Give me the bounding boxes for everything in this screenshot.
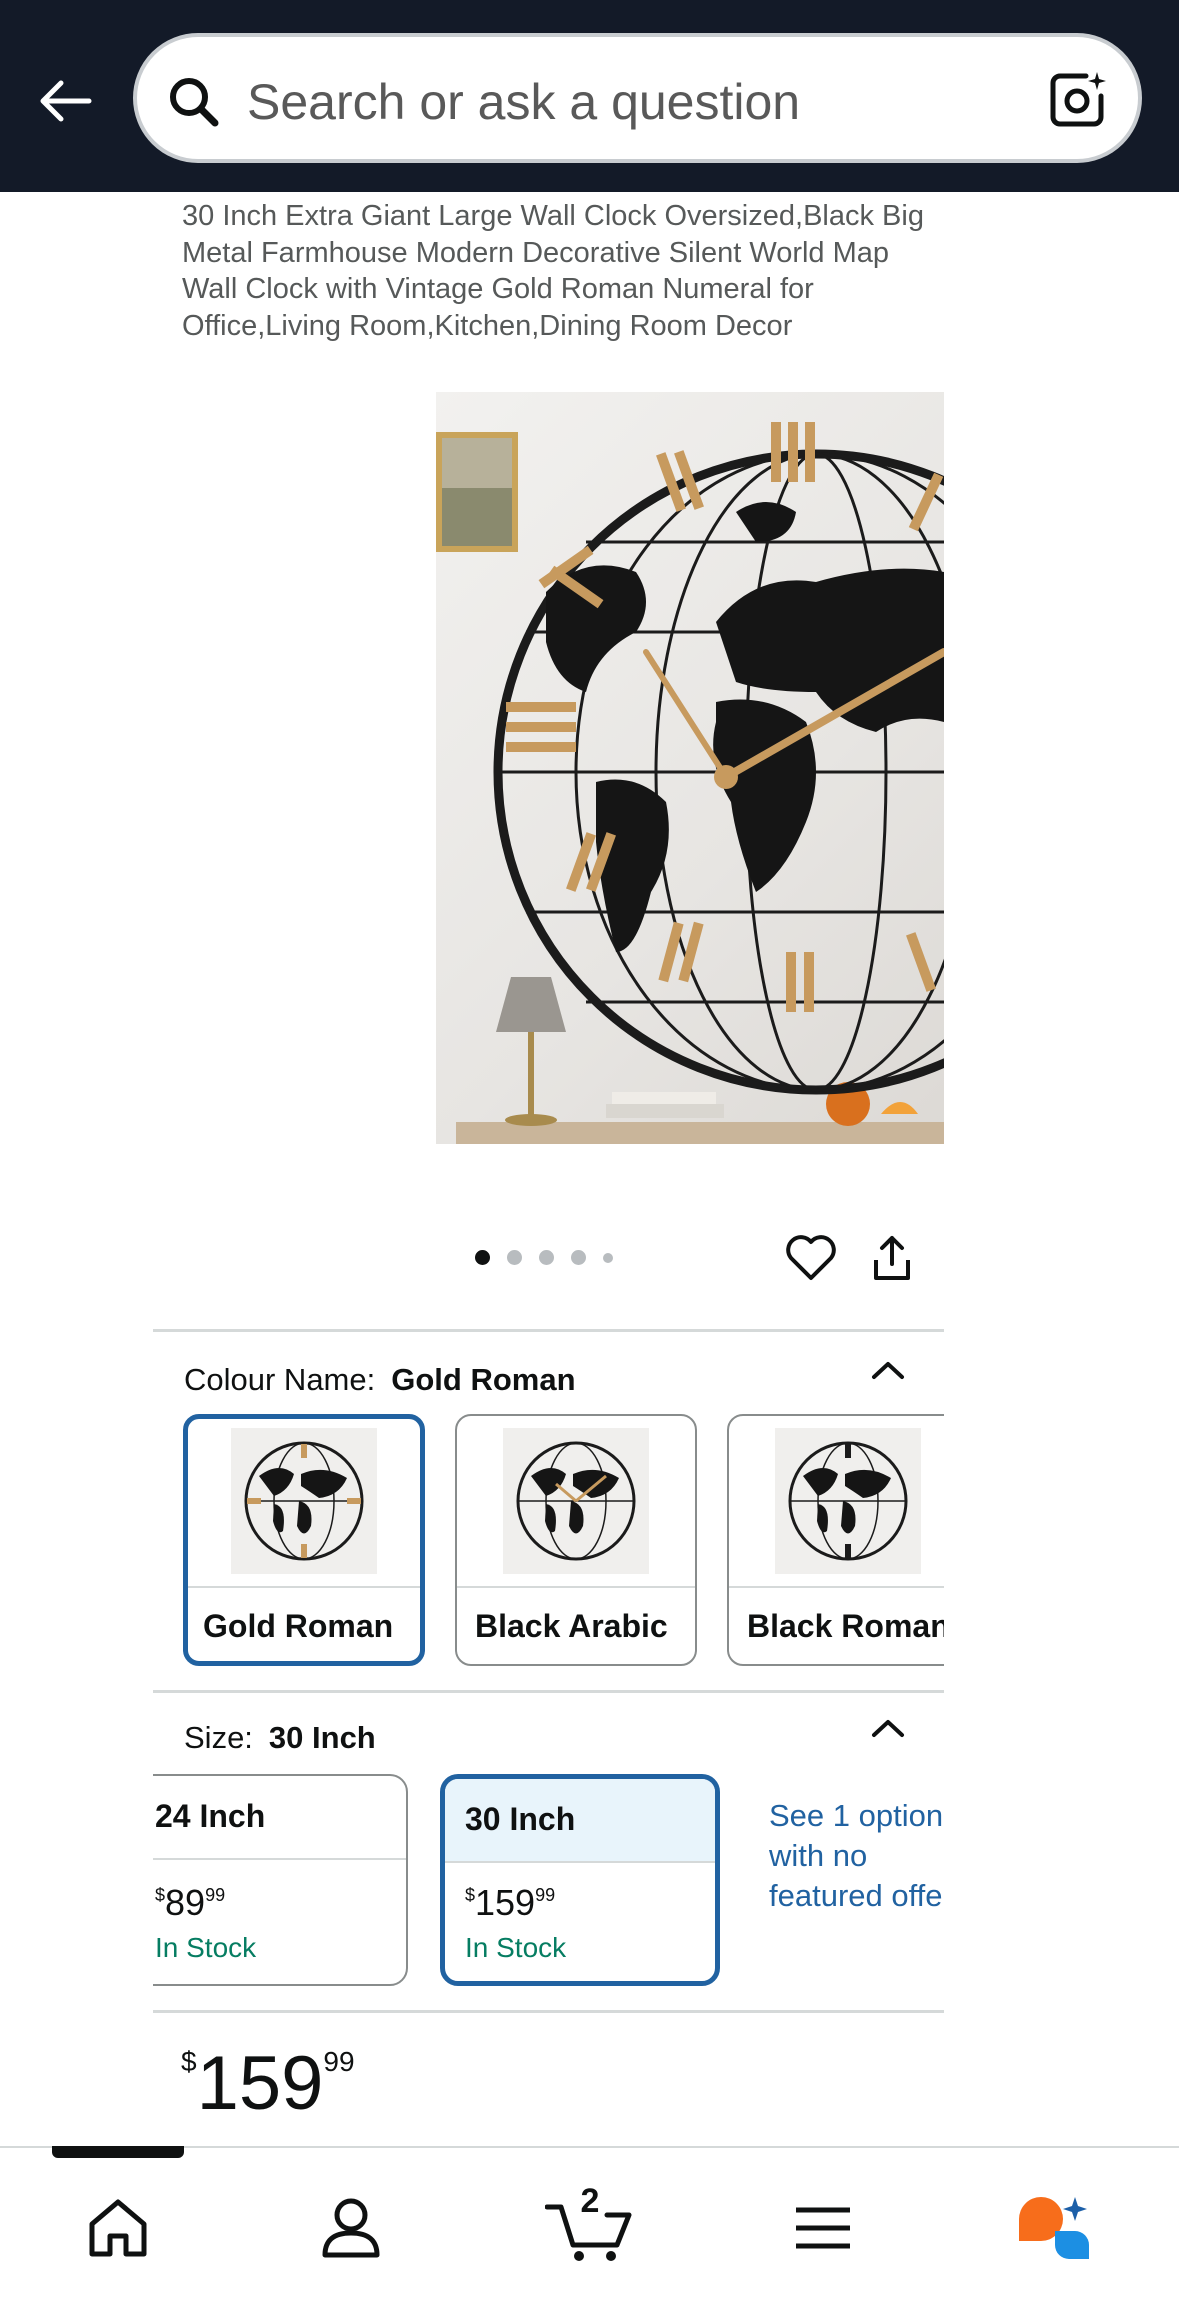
colour-label: Colour Name: Gold Roman (184, 1362, 576, 1397)
swatch-label: Gold Roman (203, 1608, 394, 1644)
carousel-dot[interactable] (539, 1250, 554, 1265)
home-icon (89, 2199, 147, 2257)
size-option-price: $8999 (155, 1882, 226, 1923)
size-card-head: 30 Inch (445, 1779, 715, 1861)
search-bar[interactable]: Search or ask a question (133, 33, 1142, 163)
back-button[interactable] (30, 66, 100, 136)
divider (153, 1329, 944, 1332)
divider (153, 1690, 944, 1693)
nav-menu[interactable] (783, 2188, 863, 2268)
carousel-dot[interactable] (571, 1250, 586, 1265)
swatch-thumbnail (503, 1428, 649, 1574)
size-option-label: 30 Inch (465, 1801, 576, 1837)
camera-search-icon[interactable] (1048, 70, 1108, 130)
swatch-label: Black Roman (747, 1608, 944, 1644)
size-option-price: $15999 (465, 1882, 556, 1923)
size-selected-value: 30 Inch (268, 1720, 376, 1755)
search-input[interactable]: Search or ask a question (247, 73, 800, 131)
back-arrow-icon (40, 80, 92, 122)
product-title[interactable]: 30 Inch Extra Giant Large Wall Clock Ove… (182, 198, 942, 344)
product-image[interactable] (436, 392, 944, 1144)
chevron-up-icon[interactable] (871, 1718, 905, 1738)
bottom-navigation: 2 (0, 2146, 1179, 2298)
nav-cart[interactable]: 2 (545, 2182, 635, 2268)
carousel-dot[interactable] (507, 1250, 522, 1265)
carousel-dot[interactable] (475, 1250, 490, 1265)
chevron-up-icon[interactable] (871, 1360, 905, 1380)
rufus-assistant-icon (1019, 2197, 1089, 2259)
size-card-head: 24 Inch (153, 1776, 406, 1858)
colour-option-gold-roman[interactable]: Gold Roman (183, 1414, 425, 1666)
clock-thumbnail (244, 1441, 364, 1561)
stock-status: In Stock (465, 1932, 567, 1963)
size-card-separator (153, 1858, 406, 1860)
image-carousel-dots[interactable] (475, 1250, 613, 1265)
active-tab-indicator (52, 2146, 184, 2158)
cart-count-badge: 2 (580, 2182, 600, 2220)
size-label: Size: 30 Inch (184, 1720, 376, 1755)
size-option-24-inch[interactable]: 24 Inch $8999 In Stock (153, 1774, 408, 1986)
see-more-options-link[interactable]: See 1 options with no featured offers (769, 1796, 944, 1916)
clock-thumbnail (516, 1441, 636, 1561)
share-icon[interactable] (872, 1234, 912, 1282)
swatch-thumbnail (231, 1428, 377, 1574)
menu-icon (796, 2207, 850, 2249)
swatch-separator (188, 1586, 420, 1588)
product-price: $15999 (181, 2041, 355, 2126)
stock-status: In Stock (155, 1932, 257, 1963)
nav-account[interactable] (311, 2188, 391, 2268)
colour-selected-value: Gold Roman (391, 1362, 576, 1397)
world-map-clock-image (436, 422, 944, 1144)
carousel-dot[interactable] (603, 1252, 613, 1263)
search-icon (170, 78, 219, 127)
divider (153, 2010, 944, 2013)
size-option-30-inch[interactable]: 30 Inch $15999 In Stock (440, 1774, 720, 1986)
colour-option-black-arabic[interactable]: Black Arabic (455, 1414, 697, 1666)
swatch-thumbnail (775, 1428, 921, 1574)
nav-home[interactable] (78, 2188, 158, 2268)
swatch-label: Black Arabic (475, 1608, 668, 1644)
heart-icon[interactable] (785, 1234, 837, 1282)
size-card-separator (445, 1861, 715, 1863)
colour-option-black-roman[interactable]: Black Roman (727, 1414, 944, 1666)
nav-rufus[interactable] (1015, 2188, 1095, 2268)
account-icon (322, 2198, 380, 2258)
swatch-separator (457, 1586, 695, 1588)
swatch-separator (729, 1586, 944, 1588)
colour-options-row: Gold Roman Black Arabic Black Roman (153, 1400, 944, 1680)
clock-thumbnail (788, 1441, 908, 1561)
size-option-label: 24 Inch (155, 1798, 266, 1834)
top-bar: Search or ask a question (0, 0, 1179, 192)
size-options-row: 24 Inch $8999 In Stock 30 Inch $15999 In… (153, 1770, 944, 1990)
